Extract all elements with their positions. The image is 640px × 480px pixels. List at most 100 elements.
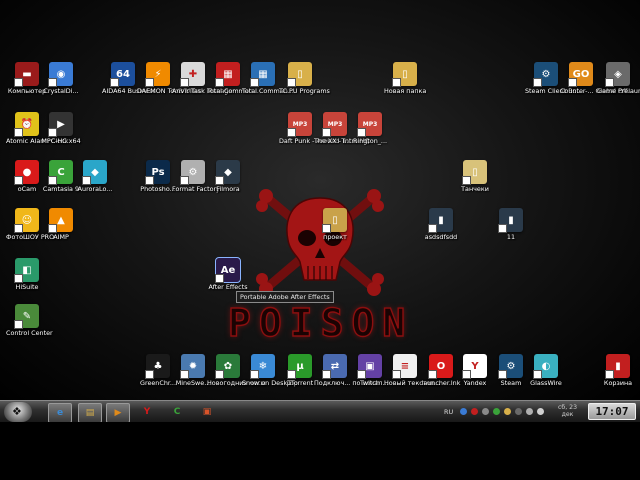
shortcut-arrow-icon	[14, 176, 23, 185]
shortcut-arrow-icon	[357, 370, 366, 379]
shortcut-arrow-icon	[180, 78, 189, 87]
desktop-shortcut-hisuite[interactable]: ◧ HiSuite	[6, 258, 48, 291]
desktop-shortcut-folder[interactable]: ▯ Танчеки	[454, 160, 496, 193]
mpc-hc-icon: ▶	[48, 112, 73, 137]
desktop-shortcut-crystaldisk[interactable]: ◉ CrystalDi...	[40, 62, 82, 95]
desktop-shortcut-after-effects[interactable]: Ae After Effects	[207, 257, 249, 291]
desktop-shortcut-label: CrystalDi...	[43, 87, 79, 95]
shortcut-arrow-icon	[145, 370, 154, 379]
shortcut-arrow-icon	[215, 370, 224, 379]
desktop-shortcut-game-prelauncher[interactable]: ◈Game Prelauncher	[597, 62, 640, 95]
shortcut-arrow-icon	[110, 78, 119, 87]
shortcut-arrow-icon	[145, 176, 154, 185]
yandex-icon: Y	[143, 407, 151, 417]
tray-antivirus-icon[interactable]	[471, 408, 478, 415]
desktop-shortcut-mpc-hc[interactable]: ▶ MPC-HC x64	[40, 112, 82, 145]
internet-explorer-icon: e	[56, 408, 64, 418]
folder-icon: ▯	[462, 160, 487, 185]
aurora-icon: ◆	[82, 160, 107, 185]
desktop-shortcut-label: Filmora	[216, 185, 240, 193]
desktop-shortcut-folder[interactable]: ▯ проект	[314, 208, 356, 241]
desktop-shortcut-video-file[interactable]: ▮ asdsdfsdd	[420, 208, 462, 241]
christmas-tree-icon: ♣	[145, 354, 170, 379]
shortcut-arrow-icon	[462, 370, 471, 379]
shortcut-arrow-icon	[287, 370, 296, 379]
desktop-clock-gadget[interactable]: 17:07	[588, 403, 636, 420]
desktop-shortcut-label: AIMP	[53, 233, 69, 241]
shortcut-arrow-icon	[322, 370, 331, 379]
game-prelauncher-icon: ◈	[605, 62, 630, 87]
ie-taskbar-button[interactable]: e	[48, 403, 72, 423]
aimp-icon: ▲	[48, 208, 73, 233]
shortcut-arrow-icon	[250, 78, 259, 87]
csgo-icon: GO	[568, 62, 593, 87]
shortcut-arrow-icon	[533, 370, 542, 379]
shortcut-arrow-icon	[215, 274, 224, 283]
shortcut-arrow-icon	[250, 370, 259, 379]
desktop: POISON	[0, 0, 640, 400]
tray-app-icon[interactable]	[504, 408, 511, 415]
after-effects-icon: Ae	[215, 257, 241, 283]
desktop-shortcut-csgo[interactable]: GO Counter-... Global Off...	[560, 62, 634, 95]
windows-logo-icon: ❖	[12, 405, 22, 418]
desktop-shortcut-aurora[interactable]: ◆ AuroraLo...	[74, 160, 116, 193]
opera-icon: O	[428, 354, 453, 379]
shortcut-arrow-icon	[322, 128, 331, 137]
desktop-shortcut-label: Control Center	[6, 329, 53, 337]
desktop-shortcut-filmora[interactable]: ◆ Filmora	[207, 160, 249, 193]
tray-app-icon[interactable]	[482, 408, 489, 415]
desktop-shortcut-recycle-bin[interactable]: ▮ Корзина	[597, 354, 639, 387]
shortcut-arrow-icon	[392, 370, 401, 379]
tray-utorrent-icon[interactable]	[493, 408, 500, 415]
aida64-icon: 64	[110, 62, 135, 87]
tray-date[interactable]: сб, 23 дек	[558, 404, 577, 418]
shortcut-arrow-icon	[287, 128, 296, 137]
tray-flag-icon[interactable]	[515, 408, 522, 415]
shortcut-arrow-icon	[180, 370, 189, 379]
desktop-shortcut-label: Total Comman...	[242, 87, 294, 95]
desktop-shortcut-aimp[interactable]: ▲ AIMP	[40, 208, 82, 241]
desktop-shortcut-video-file[interactable]: ▮ 11	[490, 208, 532, 241]
yandex-taskbar-button[interactable]: Y	[136, 403, 158, 421]
desktop-shortcut-glasswire[interactable]: ◐ GlassWire	[525, 354, 567, 387]
shortcut-arrow-icon	[462, 176, 471, 185]
tray-monitor-icon[interactable]	[526, 408, 533, 415]
ocam-icon: ●	[14, 160, 39, 185]
shortcut-arrow-icon	[428, 370, 437, 379]
shortcut-arrow-icon	[605, 78, 614, 87]
shortcut-arrow-icon	[215, 78, 224, 87]
utorrent-icon: µ	[287, 354, 312, 379]
desktop-shortcut-label: Rington_...	[352, 137, 388, 145]
desktop-shortcut-folder[interactable]: ▯ TC PU Programs	[279, 62, 330, 95]
system-tray: RU сб, 23 дек	[440, 403, 590, 421]
desktop-shortcut-mp3[interactable]: MP3 Rington_...	[349, 112, 391, 145]
shortcut-arrow-icon	[48, 128, 57, 137]
presentation-taskbar-button[interactable]: ▣	[196, 403, 218, 421]
shortcut-arrow-icon	[357, 128, 366, 137]
camtasia-icon: C	[48, 160, 73, 185]
desktop-shortcut-label: MPC-HC x64	[41, 137, 81, 145]
desktop-shortcut-label: Counter-... Global Off...	[560, 87, 634, 95]
desktop-shortcut-label: HiSuite	[15, 283, 39, 291]
desktop-shortcut-label: 11	[506, 233, 516, 241]
folder-icon: ▯	[392, 62, 417, 87]
desktop-shortcut-label: Новая папка	[384, 87, 427, 95]
folder-icon: ▯	[322, 208, 347, 233]
language-indicator[interactable]: RU	[444, 408, 453, 416]
explorer-taskbar-button[interactable]: ▤	[78, 403, 102, 423]
start-button[interactable]: ❖	[4, 402, 32, 422]
presentation-icon: ▣	[202, 407, 212, 417]
desktop-shortcut-total-commander[interactable]: ▦ Total Comman...	[242, 62, 294, 95]
desktop-shortcut-control-center[interactable]: ✎ Control Center	[6, 304, 53, 337]
desktop-shortcut-folder[interactable]: ▯ Новая папка	[384, 62, 426, 95]
video-file-icon: ▮	[428, 208, 453, 233]
alarm-clock-icon: ⏰	[14, 112, 39, 137]
tray-volume-icon[interactable]	[537, 408, 544, 415]
camtasia-taskbar-button[interactable]: C	[166, 403, 188, 421]
crystaldisk-icon: ◉	[48, 62, 73, 87]
shortcut-arrow-icon	[605, 370, 614, 379]
desktop-shortcut-snowflake[interactable]: ❄ Snow on DeskTop	[242, 354, 298, 387]
tray-network-icon[interactable]	[460, 408, 467, 415]
shortcut-arrow-icon	[48, 224, 57, 233]
media-player-taskbar-button[interactable]: ▶	[106, 403, 130, 423]
